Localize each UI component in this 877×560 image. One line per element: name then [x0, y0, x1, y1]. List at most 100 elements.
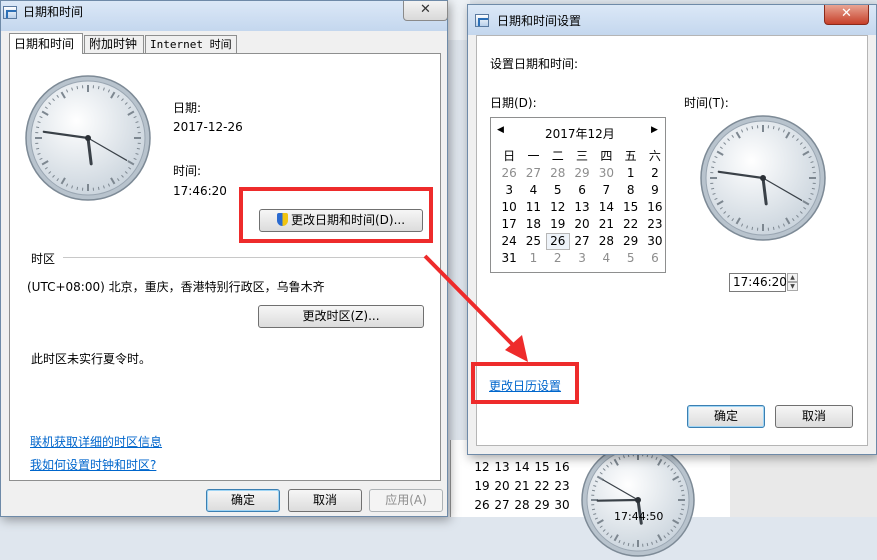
- background-calendar-day: 30: [552, 498, 572, 517]
- bg-clock-tick: [681, 490, 684, 491]
- settings-date-label: 日期(D):: [490, 94, 537, 111]
- calendar-day[interactable]: 14: [594, 199, 618, 216]
- calendar-day[interactable]: 28: [594, 233, 618, 250]
- calendar-day[interactable]: 29: [618, 233, 642, 250]
- calendar-day[interactable]: 30: [643, 233, 667, 250]
- settings-ok-button[interactable]: 确定: [687, 405, 765, 428]
- calendar-day[interactable]: 25: [521, 233, 545, 250]
- bg-clock-tick: [647, 543, 648, 546]
- calendar-day[interactable]: 3: [497, 182, 521, 199]
- calendar-day[interactable]: 8: [618, 182, 642, 199]
- calendar-day[interactable]: 6: [570, 182, 594, 199]
- settings-clock-tick: [711, 188, 714, 189]
- calendar-day[interactable]: 9: [643, 182, 667, 199]
- calendar-day[interactable]: 5: [546, 182, 570, 199]
- calendar-day[interactable]: 22: [618, 216, 642, 233]
- online-timezone-link[interactable]: 联机获取详细的时区信息: [30, 433, 162, 450]
- change-timezone-button[interactable]: 更改时区(Z)...: [258, 305, 424, 328]
- calendar-grid: 日一二三四五六262728293012345678910111213141516…: [497, 148, 667, 267]
- settings-heading: 设置日期和时间:: [490, 55, 578, 72]
- calendar-month-title[interactable]: 2017年12月: [545, 125, 615, 142]
- time-spin-up[interactable]: ▲: [787, 273, 798, 282]
- main-clock-tick: [137, 148, 140, 149]
- calendar-day[interactable]: 19: [546, 216, 570, 233]
- background-calendar-row: 2627282930: [472, 498, 572, 517]
- calendar-day[interactable]: 2: [546, 250, 570, 267]
- background-calendar-day: 12: [472, 460, 492, 479]
- calendar-day[interactable]: 4: [594, 250, 618, 267]
- date-label: 日期:: [173, 99, 201, 116]
- settings-clock-tick: [711, 167, 714, 168]
- calendar-day[interactable]: 23: [643, 216, 667, 233]
- calendar-day[interactable]: 27: [570, 233, 594, 250]
- calendar-day[interactable]: 6: [643, 250, 667, 267]
- background-calendar-day: 23: [552, 479, 572, 498]
- main-datetime-window: 日期和时间 ✕ 日期和时间 附加时钟 Internet 时间 日期: 2017-…: [0, 0, 448, 517]
- tab-internet-time[interactable]: Internet 时间: [145, 35, 237, 54]
- calendar-weekday: 一: [521, 148, 545, 165]
- calendar-day[interactable]: 7: [594, 182, 618, 199]
- background-calendar-day: 13: [492, 460, 512, 479]
- calendar-day[interactable]: 2: [643, 165, 667, 182]
- background-calendar-row: 1920212223: [472, 479, 572, 498]
- apply-button[interactable]: 应用(A): [369, 489, 443, 512]
- calendar-day[interactable]: 15: [618, 199, 642, 216]
- settings-titlebar[interactable]: 日期和时间设置 ✕: [468, 5, 876, 35]
- calendar-day[interactable]: 21: [594, 216, 618, 233]
- calendar-day[interactable]: 3: [570, 250, 594, 267]
- tab-additional-clocks[interactable]: 附加时钟: [84, 35, 144, 54]
- settings-analog-clock: [698, 113, 828, 243]
- calendar-day[interactable]: 17: [497, 216, 521, 233]
- main-titlebar[interactable]: 日期和时间 ✕: [1, 1, 447, 31]
- calendar-weekday: 六: [643, 148, 667, 165]
- background-calendar-day: 29: [532, 498, 552, 517]
- main-ok-button[interactable]: 确定: [206, 489, 280, 512]
- calendar-day[interactable]: 28: [546, 165, 570, 182]
- background-calendar-day: 16: [552, 460, 572, 479]
- main-cancel-button[interactable]: 取消: [288, 489, 362, 512]
- main-clock-tick: [77, 187, 78, 190]
- date-value: 2017-12-26: [173, 120, 243, 134]
- settings-app-icon: [475, 14, 489, 27]
- timezone-value: (UTC+08:00) 北京，重庆，香港特别行政区，乌鲁木齐: [27, 278, 325, 295]
- calendar-day[interactable]: 11: [521, 199, 545, 216]
- settings-clock-tick: [812, 188, 815, 189]
- calendar-day[interactable]: 16: [643, 199, 667, 216]
- bg-minute-hand: [598, 500, 638, 501]
- calendar-day[interactable]: 29: [570, 165, 594, 182]
- calendar-day[interactable]: 30: [594, 165, 618, 182]
- calendar-day[interactable]: 10: [497, 199, 521, 216]
- calendar-week-row: 24252627282930: [497, 233, 667, 250]
- calendar-day[interactable]: 31: [497, 250, 521, 267]
- settings-clock-center: [760, 175, 766, 181]
- calendar-day[interactable]: 5: [618, 250, 642, 267]
- calendar-day[interactable]: 1: [618, 165, 642, 182]
- calendar-day[interactable]: 13: [570, 199, 594, 216]
- bg-clock-center: [635, 497, 641, 503]
- settings-time-label: 时间(T):: [684, 94, 729, 111]
- calendar-day[interactable]: 20: [570, 216, 594, 233]
- time-label: 时间:: [173, 162, 201, 179]
- calendar-day[interactable]: 4: [521, 182, 545, 199]
- calendar-day[interactable]: 27: [521, 165, 545, 182]
- calendar-day[interactable]: 12: [546, 199, 570, 216]
- calendar-day[interactable]: 26: [497, 165, 521, 182]
- tab-datetime[interactable]: 日期和时间: [9, 33, 83, 54]
- settings-close-button[interactable]: ✕: [824, 5, 869, 25]
- main-clock-tick: [77, 86, 78, 89]
- calendar-day[interactable]: 24: [497, 233, 521, 250]
- calendar-day[interactable]: 1: [521, 250, 545, 267]
- next-month-button[interactable]: ▶: [651, 125, 658, 135]
- how-to-set-link[interactable]: 我如何设置时钟和时区?: [30, 456, 156, 473]
- calendar-day[interactable]: 26: [546, 233, 570, 250]
- settings-cancel-button[interactable]: 取消: [775, 405, 853, 428]
- time-spin-down[interactable]: ▼: [787, 282, 798, 291]
- main-close-button[interactable]: ✕: [403, 1, 448, 21]
- time-input[interactable]: 17:46:20: [729, 273, 786, 292]
- calendar-day[interactable]: 18: [521, 216, 545, 233]
- background-calendar-day: 14: [512, 460, 532, 479]
- settings-clock-tick: [773, 126, 774, 129]
- month-calendar[interactable]: ◀ 2017年12月 ▶ 日一二三四五六26272829301234567891…: [490, 117, 666, 273]
- main-clock-tick: [137, 127, 140, 128]
- prev-month-button[interactable]: ◀: [497, 125, 504, 135]
